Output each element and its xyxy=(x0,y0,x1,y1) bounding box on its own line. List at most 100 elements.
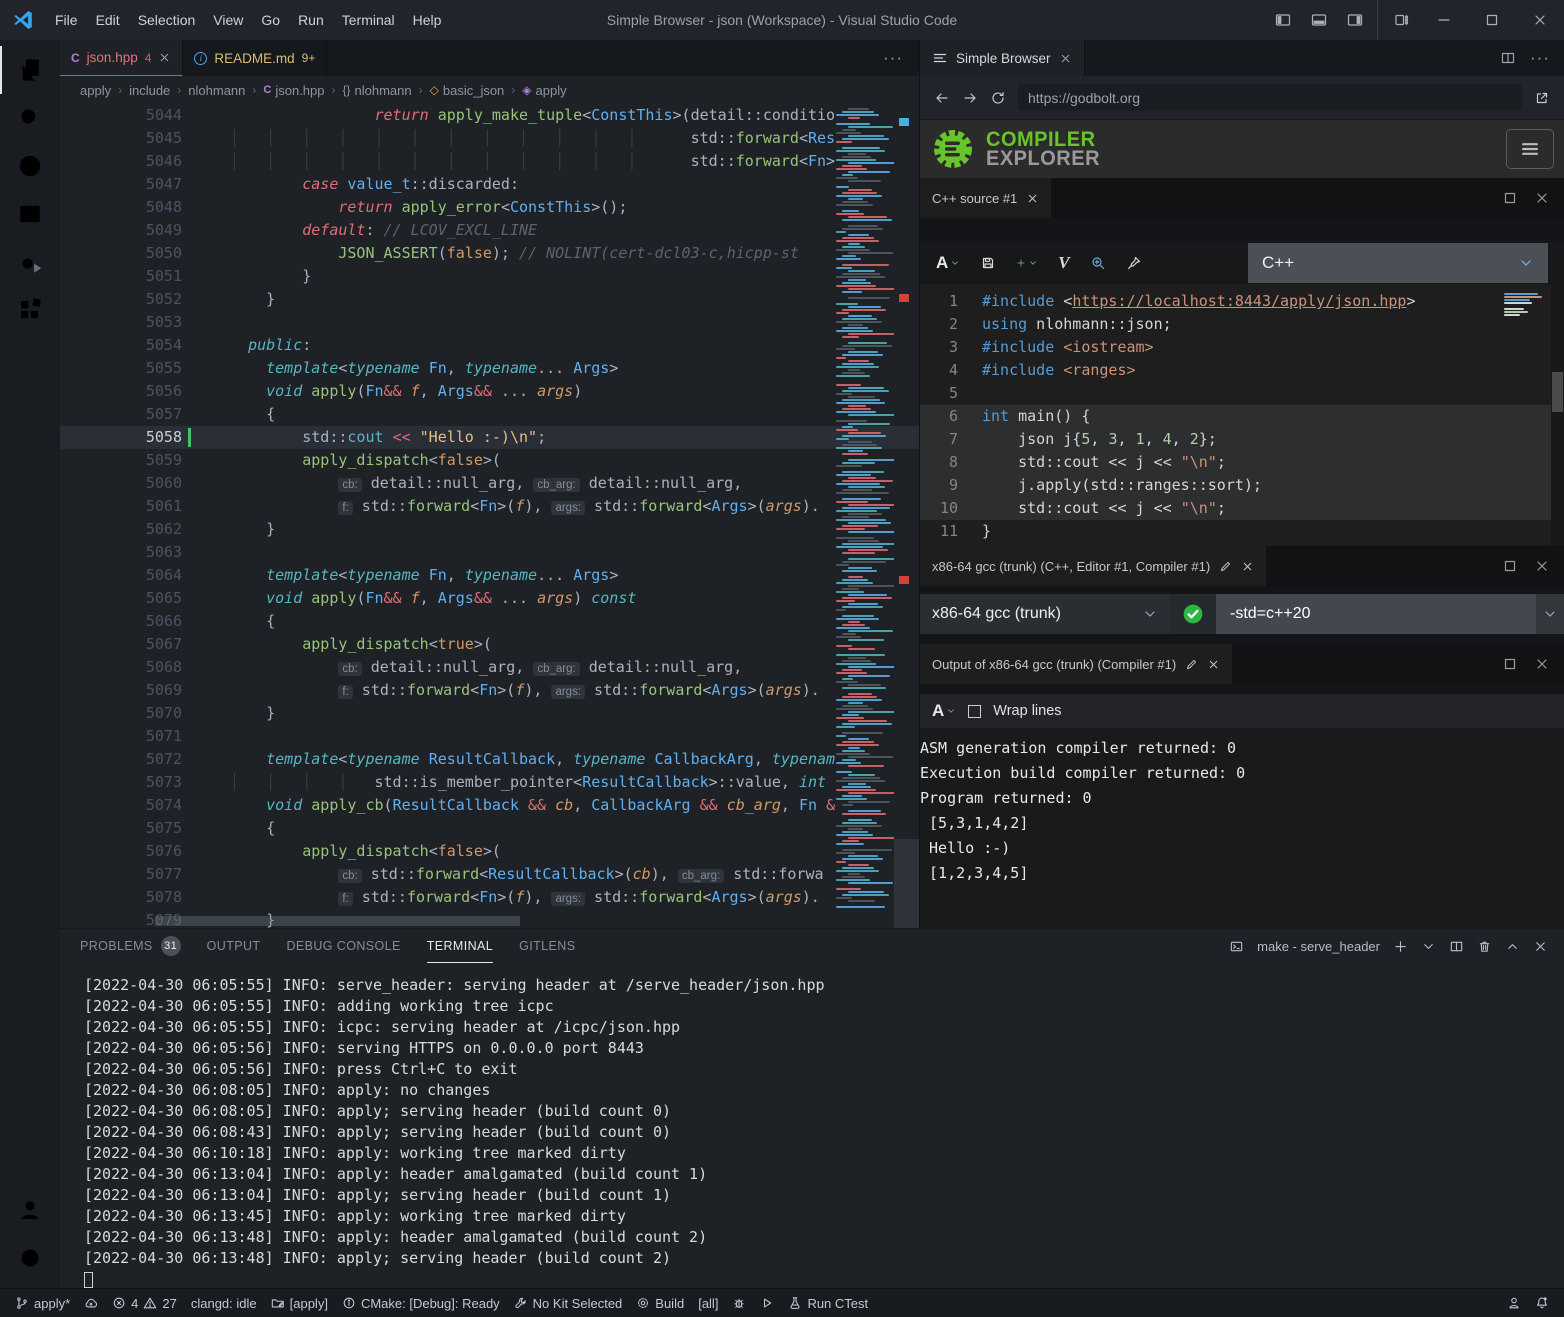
source-pane-tab[interactable]: C++ source #1 xyxy=(920,178,1051,218)
code-line[interactable]: 5073│ │ │ │ std::is_member_pointer<Resul… xyxy=(60,771,919,794)
settings-icon[interactable] xyxy=(0,1234,60,1282)
code-line[interactable]: 5054 public: xyxy=(60,334,919,357)
breadcrumb-item[interactable]: apply xyxy=(80,83,111,98)
wrap-lines-checkbox[interactable] xyxy=(968,705,981,718)
close-pane-icon[interactable] xyxy=(1207,658,1220,671)
run-debug-icon[interactable] xyxy=(0,238,60,286)
code-line[interactable]: 5044 return apply_make_tuple<ConstThis>(… xyxy=(60,104,919,127)
maximize-button[interactable] xyxy=(1468,0,1516,40)
close-panel-icon[interactable] xyxy=(1533,939,1548,954)
code-editor[interactable]: 5044 return apply_make_tuple<ConstThis>(… xyxy=(60,104,919,928)
godbolt-code-line[interactable]: 10 std::cout << j << "\n"; xyxy=(920,497,1564,520)
rename-pane-icon[interactable] xyxy=(1185,658,1198,671)
godbolt-code-line[interactable]: 5 xyxy=(920,382,1564,405)
tab-json.hpp[interactable]: Cjson.hpp4 xyxy=(60,40,183,76)
code-line[interactable]: 5074 void apply_cb(ResultCallback && cb,… xyxy=(60,794,919,817)
godbolt-scrollbar[interactable] xyxy=(1551,284,1564,546)
code-line[interactable]: 5077 cb: std::forward<ResultCallback>(cb… xyxy=(60,863,919,886)
code-line[interactable]: 5068 cb: detail::null_arg, cb_arg: detai… xyxy=(60,656,919,679)
code-line[interactable]: 5057 { xyxy=(60,403,919,426)
status-cmake-status[interactable]: CMake: [Debug]: Ready xyxy=(335,1289,507,1317)
pin-icon[interactable] xyxy=(1126,255,1142,271)
toggle-sidebar-icon[interactable] xyxy=(1265,0,1301,40)
url-input[interactable]: https://godbolt.org xyxy=(1018,84,1522,111)
godbolt-code-line[interactable]: 4#include <ranges> xyxy=(920,359,1564,382)
split-terminal-icon[interactable] xyxy=(1449,939,1464,954)
hamburger-menu-icon[interactable] xyxy=(1506,129,1554,169)
reload-icon[interactable] xyxy=(990,90,1006,106)
breadcrumb-item[interactable]: ◈apply xyxy=(522,83,566,98)
breadcrumb-item[interactable]: {}nlohmann xyxy=(343,83,412,98)
browser-more-icon[interactable]: ··· xyxy=(1530,48,1550,68)
status-ctest[interactable]: Run CTest xyxy=(781,1289,875,1317)
code-line[interactable]: 5072 template<typename ResultCallback, t… xyxy=(60,748,919,771)
code-line[interactable]: 5067 apply_dispatch<true>( xyxy=(60,633,919,656)
split-editor-icon[interactable] xyxy=(1500,50,1516,66)
rename-pane-icon[interactable] xyxy=(1219,560,1232,573)
menu-help[interactable]: Help xyxy=(404,12,451,28)
breadcrumb-item[interactable]: nlohmann xyxy=(188,83,245,98)
panel-tab-problems[interactable]: PROBLEMS31 xyxy=(80,929,181,963)
close-pane-icon[interactable] xyxy=(1241,560,1254,573)
menu-selection[interactable]: Selection xyxy=(129,12,205,28)
status-publish[interactable] xyxy=(77,1289,105,1317)
toggle-panel-icon[interactable] xyxy=(1301,0,1337,40)
code-line[interactable]: 5059 apply_dispatch<false>( xyxy=(60,449,919,472)
tab-readme.md[interactable]: iREADME.md9+ xyxy=(183,40,327,76)
close-pane-icon[interactable] xyxy=(1534,558,1550,574)
menu-run[interactable]: Run xyxy=(289,12,333,28)
close-pane-icon[interactable] xyxy=(1534,190,1550,206)
compiler-pane-tab[interactable]: x86-64 gcc (trunk) (C++, Editor #1, Comp… xyxy=(920,546,1266,586)
code-line[interactable]: 5065 void apply(Fn&& f, Args&& ... args)… xyxy=(60,587,919,610)
code-line[interactable]: 5075 { xyxy=(60,817,919,840)
status-branch[interactable]: apply* xyxy=(8,1289,77,1317)
compiler-select[interactable]: x86-64 gcc (trunk) xyxy=(920,594,1170,634)
terminal-dropdown-icon[interactable] xyxy=(1421,939,1436,954)
panel-tab-gitlens[interactable]: GITLENS xyxy=(519,929,575,963)
toggle-secondary-sidebar-icon[interactable] xyxy=(1337,0,1378,40)
breadcrumb-item[interactable]: ◇basic_json xyxy=(430,83,505,98)
minimap[interactable] xyxy=(832,104,894,916)
status-build[interactable]: Build xyxy=(629,1289,691,1317)
panel-tab-output[interactable]: OUTPUT xyxy=(207,929,261,963)
code-line[interactable]: 5045│ │ │ │ │ │ │ │ │ │ │ │ std::forward… xyxy=(60,127,919,150)
code-line[interactable]: 5046│ │ │ │ │ │ │ │ │ │ │ │ std::forward… xyxy=(60,150,919,173)
godbolt-code-line[interactable]: 7 json j{5, 3, 1, 4, 2}; xyxy=(920,428,1564,451)
godbolt-code-line[interactable]: 2using nlohmann::json; xyxy=(920,313,1564,336)
close-tab-icon[interactable] xyxy=(158,51,171,64)
editor-actions-more[interactable]: ··· xyxy=(867,48,919,68)
language-select[interactable]: C++ xyxy=(1248,243,1548,283)
code-line[interactable]: 5047 case value_t::discarded: xyxy=(60,173,919,196)
code-line[interactable]: 5053 xyxy=(60,311,919,334)
maximize-pane-icon[interactable] xyxy=(1502,558,1518,574)
new-terminal-icon[interactable] xyxy=(1393,939,1408,954)
code-line[interactable]: 5056 void apply(Fn&& f, Args&& ... args) xyxy=(60,380,919,403)
explorer-icon[interactable] xyxy=(0,46,60,94)
code-line[interactable]: 5064 template<typename Fn, typename... A… xyxy=(60,564,919,587)
tab-simple-browser[interactable]: Simple Browser xyxy=(920,40,1085,76)
code-line[interactable]: 5078 f: std::forward<Fn>(f), args: std::… xyxy=(60,886,919,909)
close-pane-icon[interactable] xyxy=(1534,656,1550,672)
forward-icon[interactable] xyxy=(962,90,978,106)
menu-edit[interactable]: Edit xyxy=(87,12,129,28)
status-problems[interactable]: 427 xyxy=(105,1289,184,1317)
code-line[interactable]: 5055 template<typename Fn, typename... A… xyxy=(60,357,919,380)
maximize-pane-icon[interactable] xyxy=(1502,656,1518,672)
status-kit[interactable]: No Kit Selected xyxy=(507,1289,630,1317)
search-icon[interactable] xyxy=(0,94,60,142)
compiler-options-input[interactable]: -std=c++20 xyxy=(1216,594,1536,634)
code-line[interactable]: 5050 JSON_ASSERT(false); // NOLINT(cert-… xyxy=(60,242,919,265)
breadcrumb-item[interactable]: include xyxy=(129,83,170,98)
font-size-button[interactable]: A xyxy=(936,253,960,273)
close-tab-icon[interactable] xyxy=(1059,52,1072,65)
status-launch[interactable] xyxy=(753,1289,781,1317)
output-font-size-button[interactable]: A xyxy=(932,701,956,721)
close-window-button[interactable] xyxy=(1516,0,1564,40)
terminal-output[interactable]: [2022-04-30 06:05:55] INFO: serve_header… xyxy=(60,963,1564,1288)
panel-tab-terminal[interactable]: TERMINAL xyxy=(427,929,493,963)
zoom-icon[interactable] xyxy=(1090,255,1106,271)
code-line[interactable]: 5062 } xyxy=(60,518,919,541)
menu-terminal[interactable]: Terminal xyxy=(333,12,404,28)
horizontal-scrollbar[interactable] xyxy=(155,916,520,926)
godbolt-code-line[interactable]: 8 std::cout << j << "\n"; xyxy=(920,451,1564,474)
